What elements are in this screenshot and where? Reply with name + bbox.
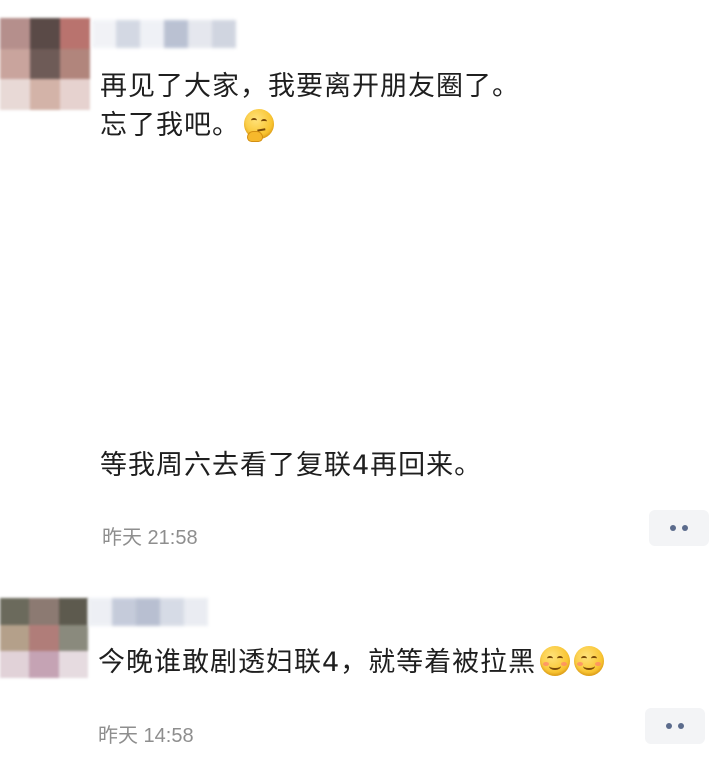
post-timestamp: 昨天 14:58 <box>98 725 194 747</box>
more-options-button[interactable] <box>649 510 709 546</box>
dot-icon <box>678 723 684 729</box>
dot-icon <box>666 723 672 729</box>
moment-post-2: 今晚谁敢剧透妇联4，就等着被拉黑 昨天 14:58 <box>0 560 721 773</box>
post-text-line-2: 忘了我吧。 <box>100 107 274 145</box>
dot-icon <box>682 525 688 531</box>
moment-post-1: 再见了大家，我要离开朋友圈了。 忘了我吧。 等我周六去看了复联4再回来。 昨天 … <box>0 0 721 560</box>
smiling-face-icon <box>574 646 605 676</box>
post-text-line-1: 再见了大家，我要离开朋友圈了。 <box>100 71 520 102</box>
avatar-blurred[interactable] <box>0 18 90 110</box>
smiling-face-icon <box>540 646 571 676</box>
avatar-blurred[interactable] <box>0 598 88 678</box>
dot-icon <box>670 525 676 531</box>
more-options-button[interactable] <box>645 708 705 744</box>
nickname-blurred[interactable] <box>92 20 236 48</box>
nickname-blurred[interactable] <box>88 598 208 626</box>
post-text-line-1: 今晚谁敢剧透妇联4，就等着被拉黑 <box>98 644 605 682</box>
post-timestamp: 昨天 21:58 <box>102 527 198 549</box>
post-text-line-3: 等我周六去看了复联4再回来。 <box>100 450 483 481</box>
thinking-face-icon <box>244 109 274 141</box>
